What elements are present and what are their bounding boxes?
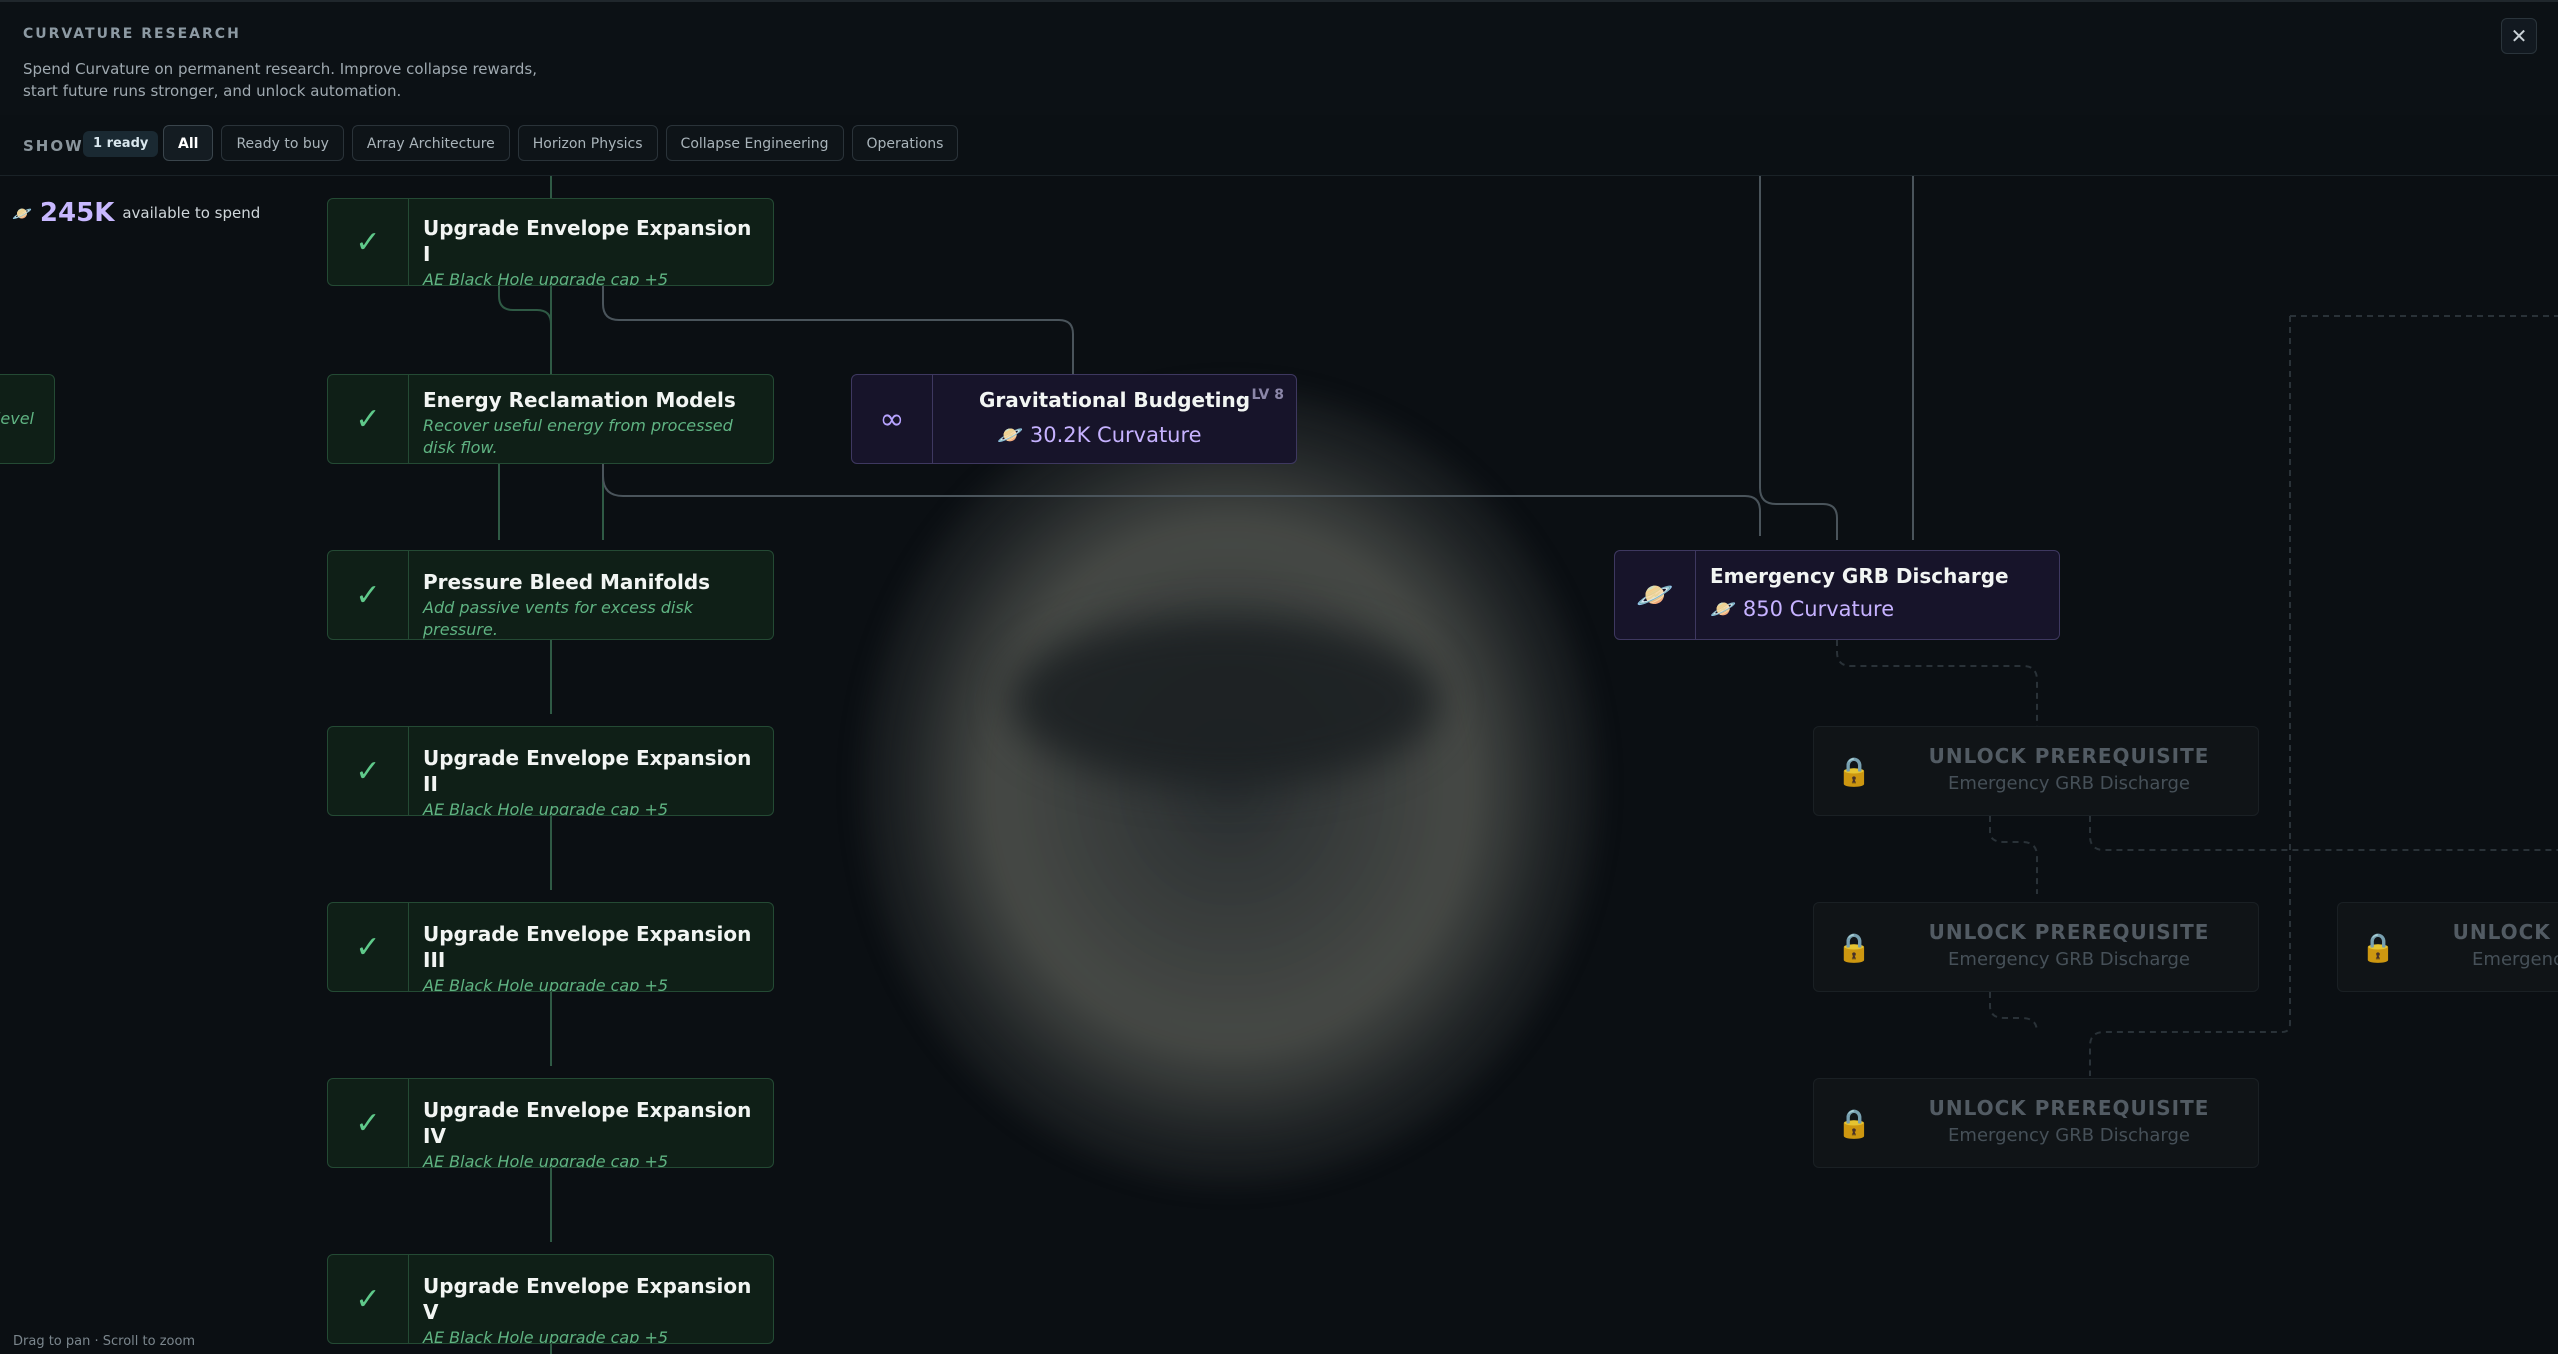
filter-buttons: All Ready to buy Array Architecture Hori… (163, 125, 959, 161)
node-description: Recover useful energy from processed dis… (423, 416, 733, 457)
node-description: AE Black Hole upgrade cap +5 (423, 1328, 669, 1344)
node-title: UNLOCK PREREQUISITE (1928, 920, 2210, 944)
node-title: Gravitational Budgeting (979, 388, 1251, 412)
research-node-emergency-grb[interactable]: 🪐 Emergency GRB Discharge 🪐 850 Curvatur… (1614, 550, 2060, 640)
curvature-budget: 🪐 245K available to spend (12, 198, 260, 228)
research-node-energy-reclamation[interactable]: ✓ Energy Reclamation Models Recover usef… (327, 374, 774, 464)
node-description: AE Black Hole upgrade cap +5 (423, 270, 669, 286)
offscreen-node[interactable]: level (0, 374, 55, 464)
research-node-gravitational-budgeting[interactable]: ∞ Gravitational Budgeting 🪐 30.2K Curvat… (851, 374, 1297, 464)
level-badge: LV 8 (1251, 387, 1284, 403)
prerequisite-name: Emergency GRB Discharge (1948, 773, 2190, 794)
node-cost: 850 Curvature (1742, 597, 1895, 621)
show-label: SHOW (23, 137, 84, 155)
research-node-envelope-1[interactable]: ✓ Upgrade Envelope Expansion I AE Black … (327, 198, 774, 286)
filter-array-architecture[interactable]: Array Architecture (351, 125, 510, 161)
node-cost: 30.2K Curvature (1029, 423, 1202, 447)
node-title: UNLOCK PREREQUISITE (1928, 744, 2210, 768)
lock-icon: 🔒 (1836, 930, 1872, 964)
node-title: Upgrade Envelope Expansion III (423, 922, 752, 972)
checkmark-icon: ✓ (328, 903, 409, 991)
header: CURVATURE RESEARCH Spend Curvature on pe… (0, 0, 2558, 117)
curvature-icon: 🪐 (1615, 551, 1696, 639)
checkmark-icon: ✓ (328, 199, 409, 285)
locked-research-node[interactable]: 🔒 UNLOCK PREREQUISITE Emergency GRB Disc… (2337, 902, 2558, 992)
budget-label: available to spend (122, 204, 261, 222)
checkmark-icon: ✓ (328, 1079, 409, 1167)
research-node-envelope-5[interactable]: ✓ Upgrade Envelope Expansion V AE Black … (327, 1254, 774, 1344)
lock-icon: 🔒 (1836, 1106, 1872, 1140)
filter-bar: SHOW 1 ready All Ready to buy Array Arch… (0, 115, 2558, 176)
canvas-hint: Drag to pan · Scroll to zoom (13, 1334, 196, 1349)
filter-all[interactable]: All (163, 125, 214, 161)
prerequisite-name: Emergency GRB Discharge (1948, 1125, 2190, 1146)
node-description: AE Black Hole upgrade cap +5 (423, 800, 669, 816)
checkmark-icon: ✓ (328, 375, 409, 463)
locked-research-node[interactable]: 🔒 UNLOCK PREREQUISITE Emergency GRB Disc… (1813, 726, 2259, 816)
ready-count-badge: 1 ready (83, 131, 159, 157)
node-description: AE Black Hole upgrade cap +5 (423, 976, 669, 992)
checkmark-icon: ✓ (328, 727, 409, 815)
research-node-envelope-2[interactable]: ✓ Upgrade Envelope Expansion II AE Black… (327, 726, 774, 816)
node-description: AE Black Hole upgrade cap +5 (423, 1152, 669, 1168)
page-title: CURVATURE RESEARCH (23, 26, 241, 42)
curvature-icon: 🪐 (12, 203, 32, 223)
node-title: Upgrade Envelope Expansion IV (423, 1098, 752, 1148)
node-title: UNLOCK PREREQUISITE (2452, 920, 2558, 944)
research-node-envelope-4[interactable]: ✓ Upgrade Envelope Expansion IV AE Black… (327, 1078, 774, 1168)
close-icon: ✕ (2510, 24, 2528, 48)
curvature-icon: 🪐 (997, 423, 1024, 447)
locked-research-node[interactable]: 🔒 UNLOCK PREREQUISITE Emergency GRB Disc… (1813, 1078, 2259, 1168)
node-title: Emergency GRB Discharge (1710, 564, 2009, 588)
node-title: Upgrade Envelope Expansion V (423, 1274, 752, 1324)
research-node-envelope-3[interactable]: ✓ Upgrade Envelope Expansion III AE Blac… (327, 902, 774, 992)
prerequisite-name: Emergency GRB Discharge (1948, 949, 2190, 970)
close-button[interactable]: ✕ (2501, 18, 2537, 54)
node-title: Upgrade Envelope Expansion II (423, 746, 752, 796)
filter-horizon-physics[interactable]: Horizon Physics (517, 125, 658, 161)
node-title: UNLOCK PREREQUISITE (1928, 1096, 2210, 1120)
filter-operations[interactable]: Operations (851, 125, 959, 161)
budget-amount: 245K (39, 198, 115, 228)
checkmark-icon: ✓ (328, 1255, 409, 1343)
lock-icon: 🔒 (1836, 754, 1872, 788)
offscreen-node-label: level (0, 409, 34, 428)
prerequisite-name: Emergency GRB Discharge (2472, 949, 2558, 970)
page-subtitle: Spend Curvature on permanent research. I… (23, 60, 537, 100)
research-tree-canvas[interactable]: 🪐 245K available to spend level ✓ Upgrad… (0, 176, 2558, 1354)
node-description: Add passive vents for excess disk pressu… (423, 598, 693, 639)
lock-icon: 🔒 (2360, 930, 2396, 964)
node-title: Pressure Bleed Manifolds (423, 570, 711, 594)
infinity-icon: ∞ (852, 375, 933, 463)
checkmark-icon: ✓ (328, 551, 409, 639)
filter-ready-to-buy[interactable]: Ready to buy (221, 125, 344, 161)
node-title: Upgrade Envelope Expansion I (423, 216, 752, 266)
curvature-icon: 🪐 (1710, 597, 1737, 621)
filter-collapse-engineering[interactable]: Collapse Engineering (665, 125, 844, 161)
locked-research-node[interactable]: 🔒 UNLOCK PREREQUISITE Emergency GRB Disc… (1813, 902, 2259, 992)
research-node-pressure-bleed[interactable]: ✓ Pressure Bleed Manifolds Add passive v… (327, 550, 774, 640)
node-title: Energy Reclamation Models (423, 388, 736, 412)
